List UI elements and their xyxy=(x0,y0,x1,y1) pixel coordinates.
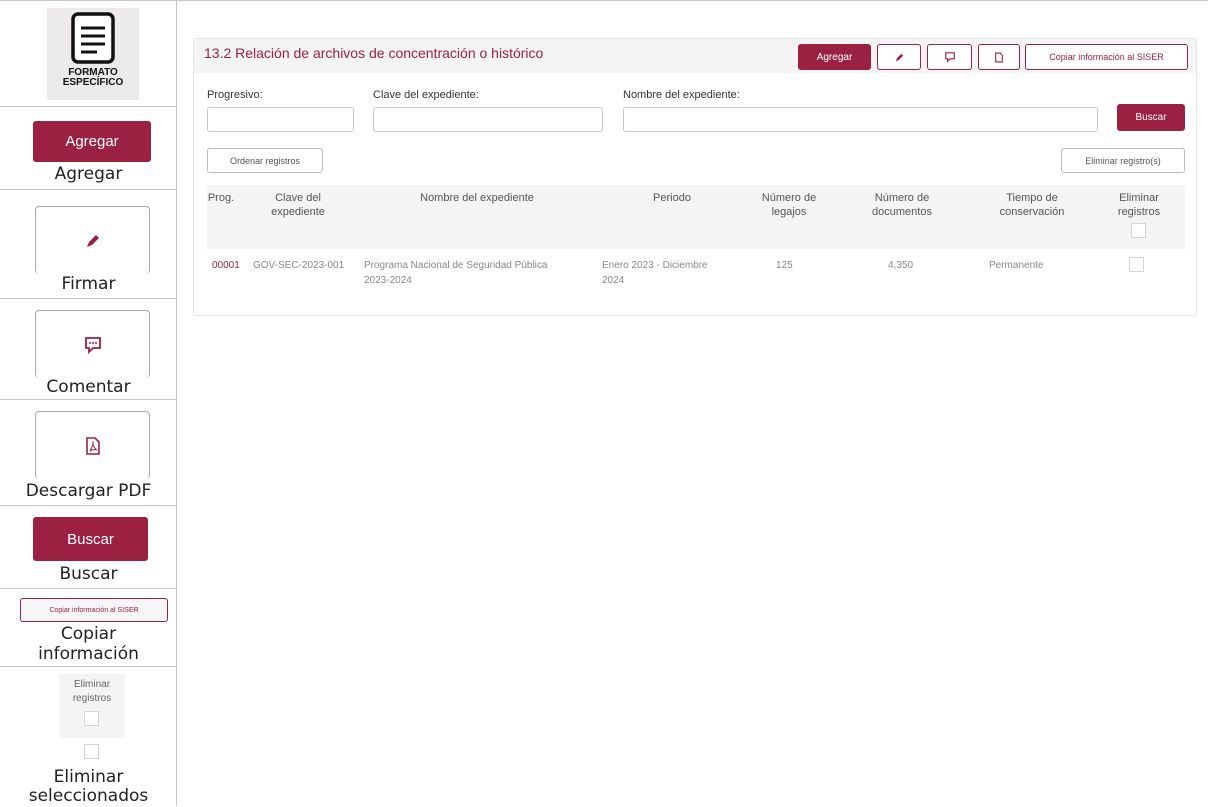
legend-agregar-caption: Agregar xyxy=(54,164,123,184)
buscar-button[interactable]: Buscar xyxy=(1117,104,1185,131)
col-clave-line1: Clave del xyxy=(275,192,321,204)
row-prog[interactable]: 00001 xyxy=(212,258,240,273)
nombre-label: Nombre del expediente: xyxy=(623,89,740,101)
divider xyxy=(0,588,177,589)
col-tiempo: Tiempo de conservación xyxy=(987,191,1077,219)
col-periodo: Periodo xyxy=(653,192,691,204)
pen-icon xyxy=(895,53,903,61)
legend-eliminar-header-line1: Eliminar xyxy=(73,679,111,690)
panel-header: 13.2 Relación de archivos de concentraci… xyxy=(194,39,1196,73)
row-nombre-line2: 2023-2024 xyxy=(364,275,412,286)
legend-eliminar-caption-line1: Eliminar xyxy=(53,767,124,787)
row-documentos: 4,350 xyxy=(888,260,914,271)
progresivo-input[interactable] xyxy=(207,107,354,132)
comment-icon xyxy=(944,52,955,63)
legend-eliminar-caption-line2: seleccionados xyxy=(28,786,149,806)
col-documentos: Número de documentos xyxy=(857,191,947,219)
col-legajos: Número de legajos xyxy=(749,191,829,219)
eliminar-registros-button[interactable]: Eliminar registro(s) xyxy=(1061,148,1185,173)
clave-label: Clave del expediente: xyxy=(373,89,479,101)
agregar-button[interactable]: Agregar xyxy=(798,44,871,70)
legend-firmar-button[interactable] xyxy=(35,206,150,274)
divider xyxy=(0,106,177,107)
row-periodo-line2: 2024 xyxy=(602,275,625,286)
legend-buscar-button[interactable]: Buscar xyxy=(33,517,148,561)
col-eliminar-line2: registros xyxy=(1117,206,1161,218)
panel-title: 13.2 Relación de archivos de concentraci… xyxy=(204,45,544,61)
copiar-siser-button[interactable]: Copiar información al SISER xyxy=(1025,44,1188,70)
legend-eliminar-header-checkbox[interactable] xyxy=(84,711,99,726)
legend-pdf-caption: Descargar PDF xyxy=(25,481,152,501)
divider xyxy=(0,189,177,190)
col-prog: Prog. xyxy=(207,192,235,204)
legend-buscar-caption: Buscar xyxy=(59,564,118,584)
divider xyxy=(0,505,177,506)
descargar-pdf-button[interactable] xyxy=(978,44,1020,70)
legend-eliminar-header: Eliminar registros xyxy=(59,674,125,738)
relacion-archivos-panel: 13.2 Relación de archivos de concentraci… xyxy=(193,38,1197,316)
divider xyxy=(0,298,177,299)
col-legajos-line2: legajos xyxy=(771,206,807,218)
row-tiempo: Permanente xyxy=(989,260,1044,271)
col-legajos-line1: Número de xyxy=(761,192,817,204)
legend-eliminar-row-checkbox[interactable] xyxy=(84,744,99,759)
clave-input[interactable] xyxy=(373,107,603,132)
comment-icon xyxy=(84,336,101,354)
legend-firmar-caption: Firmar xyxy=(61,274,116,294)
col-eliminar: Eliminar registros xyxy=(1107,191,1171,219)
col-documentos-line2: documentos xyxy=(872,206,932,218)
row-periodo-line1: Enero 2023 - Diciembre xyxy=(602,260,708,271)
legend-eliminar-header-line2: registros xyxy=(72,693,112,704)
legend-comentar-button[interactable] xyxy=(35,310,150,378)
legend-pdf-button[interactable] xyxy=(35,411,150,479)
pen-icon xyxy=(86,234,99,247)
col-clave: Clave del expediente xyxy=(255,191,341,219)
firmar-button[interactable] xyxy=(877,44,921,70)
format-icon-line2: ESPECÍFICO xyxy=(62,77,124,88)
progresivo-label: Progresivo: xyxy=(207,89,263,101)
row-nombre-line1: Programa Nacional de Seguridad Pública xyxy=(364,260,548,271)
formato-especifico-icon: FORMATO ESPECÍFICO xyxy=(47,8,139,100)
table-header: Prog. Clave del expediente Nombre del ex… xyxy=(207,185,1185,249)
row-legajos: 125 xyxy=(776,260,793,271)
divider xyxy=(0,666,177,667)
legend-agregar-button[interactable]: Agregar xyxy=(33,121,151,162)
legend-comentar-caption: Comentar xyxy=(46,377,131,397)
ordenar-registros-button[interactable]: Ordenar registros xyxy=(207,148,323,173)
nombre-input[interactable] xyxy=(623,107,1098,132)
col-eliminar-line1: Eliminar xyxy=(1119,192,1159,204)
legend-copiar-caption-line1: Copiar xyxy=(60,624,117,644)
page: FORMATO ESPECÍFICO Agregar Agregar Firma… xyxy=(0,0,1208,806)
col-clave-line2: expediente xyxy=(271,206,325,218)
legend-column: FORMATO ESPECÍFICO Agregar Agregar Firma… xyxy=(0,0,177,806)
col-documentos-line1: Número de xyxy=(874,192,930,204)
pdf-icon xyxy=(85,436,100,455)
row-eliminar-checkbox[interactable] xyxy=(1129,257,1144,272)
divider xyxy=(0,399,177,400)
col-nombre: Nombre del expediente xyxy=(420,192,534,204)
col-tiempo-line2: conservación xyxy=(999,206,1065,218)
col-tiempo-line1: Tiempo de xyxy=(1006,192,1058,204)
top-divider xyxy=(0,0,1208,1)
select-all-checkbox[interactable] xyxy=(1131,223,1146,238)
legend-copiar-caption-line2: información xyxy=(38,644,139,664)
pdf-icon xyxy=(995,52,1003,62)
legend-copiar-button[interactable]: Copiar información al SISER xyxy=(20,598,168,622)
comentar-button[interactable] xyxy=(927,44,972,70)
row-clave: GOV-SEC-2023-001 xyxy=(253,260,345,271)
